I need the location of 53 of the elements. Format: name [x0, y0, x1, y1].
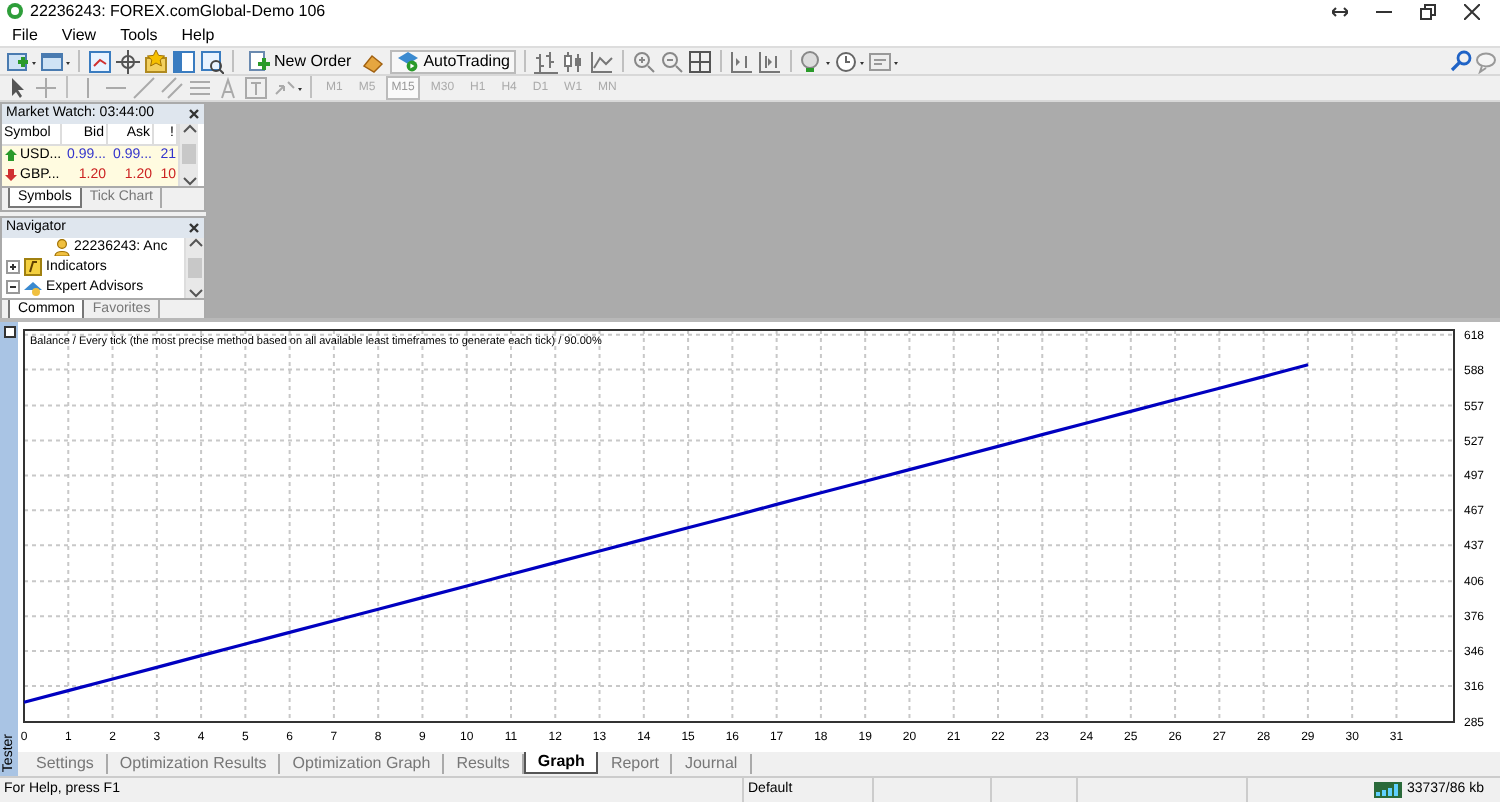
close-icon[interactable] [188, 221, 200, 234]
autoscroll-icon[interactable] [757, 49, 782, 74]
restore-icon[interactable] [1420, 3, 1436, 20]
panel-close-icon[interactable] [3, 325, 15, 338]
tester-tab[interactable]: Settings [24, 753, 108, 774]
scroll-up-icon[interactable] [181, 123, 197, 134]
double-arrow-icon[interactable] [1332, 5, 1348, 18]
autotrading-button[interactable]: AutoTrading [389, 49, 516, 74]
function-icon [24, 258, 42, 277]
magnifier-window-icon[interactable] [200, 49, 224, 74]
zoom-in-icon[interactable] [631, 49, 656, 74]
up-arrow-icon [4, 148, 18, 163]
bar-chart-icon[interactable] [533, 49, 558, 74]
chart-window-icon[interactable] [88, 49, 112, 74]
tester-tab[interactable]: Graph [523, 751, 599, 774]
expand-icon[interactable] [6, 260, 20, 275]
tester-tab[interactable]: Optimization Graph [280, 753, 445, 774]
menu-item[interactable]: View [49, 25, 109, 44]
connection-bars-icon [1374, 781, 1403, 798]
clock-icon[interactable] [833, 49, 864, 74]
tester-tab[interactable]: Optimization Results [107, 753, 281, 774]
scrollbar[interactable] [178, 123, 198, 186]
person-icon [54, 238, 70, 257]
template-icon[interactable] [867, 49, 898, 74]
crosshair-icon[interactable] [116, 49, 140, 74]
tester-tab[interactable]: Journal [672, 753, 752, 774]
menu-item[interactable]: Help [169, 25, 227, 44]
scrollbar[interactable] [184, 237, 204, 298]
panel-icon[interactable] [172, 49, 196, 74]
down-arrow-icon [4, 168, 18, 183]
cursor-icon[interactable] [6, 75, 30, 100]
candlestick-icon[interactable] [561, 49, 586, 74]
close-icon[interactable] [1464, 3, 1480, 20]
window-icon[interactable] [40, 49, 70, 74]
line-chart-icon[interactable] [589, 49, 614, 74]
scroll-down-icon[interactable] [187, 287, 203, 298]
close-icon[interactable] [188, 107, 200, 120]
menu-item[interactable]: Tools [108, 25, 170, 44]
star-folder-icon[interactable] [144, 49, 168, 74]
autotrading-icon [395, 50, 420, 73]
scroll-up-icon[interactable] [187, 237, 203, 248]
window-title: 22236243: FOREX.comGlobal-Demo 106 [30, 2, 328, 21]
zoom-out-icon[interactable] [659, 49, 684, 74]
tile-windows-icon[interactable] [687, 49, 712, 74]
search-icon[interactable] [1450, 50, 1472, 73]
new-order-button[interactable]: New Order [242, 49, 358, 74]
chart-shift-icon[interactable] [729, 49, 754, 74]
collapse-icon[interactable] [6, 280, 20, 295]
menu-item[interactable]: File [0, 25, 50, 44]
scroll-down-icon[interactable] [181, 175, 197, 186]
chat-icon[interactable] [1476, 49, 1500, 74]
tester-tab[interactable]: Report [598, 753, 673, 774]
new-chart-icon[interactable] [6, 49, 36, 74]
